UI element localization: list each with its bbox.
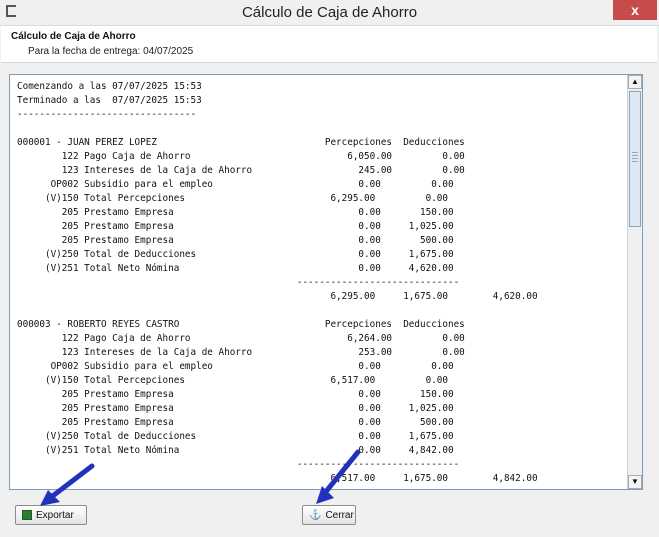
window-title: Cálculo de Caja de Ahorro [241, 4, 418, 21]
report-line: (V)251 Total Neto Nómina 0.00 4,842.00 [17, 445, 454, 456]
report-text-area[interactable]: Comenzando a las 07/07/2025 15:53 Termina… [9, 74, 643, 490]
report-line: 000003 - ROBERTO REYES CASTRO Percepcion… [17, 319, 465, 330]
report-line: (V)150 Total Percepciones 6,517.00 0.00 [17, 375, 448, 386]
scroll-up-arrow-icon[interactable]: ▲ [628, 75, 642, 89]
report-line [17, 304, 538, 318]
report-line: 123 Intereses de la Caja de Ahorro 245.0… [17, 165, 465, 176]
header-title: Cálculo de Caja de Ahorro [11, 31, 136, 42]
title-bar: Cálculo de Caja de Ahorro x [0, 0, 659, 26]
report-line: ----------------------------- [17, 277, 460, 288]
report-line: (V)150 Total Percepciones 6,295.00 0.00 [17, 193, 448, 204]
report-line: OP002 Subsidio para el empleo 0.00 0.00 [17, 179, 454, 190]
scroll-down-arrow-icon[interactable]: ▼ [628, 475, 642, 489]
grip-icon [632, 152, 638, 164]
report-line: Comenzando a las 07/07/2025 15:53 [17, 81, 202, 92]
window-close-button[interactable]: x [613, 0, 657, 20]
report-line: -------------------------------- [17, 109, 197, 120]
report-line: 205 Prestamo Empresa 0.00 500.00 [17, 235, 454, 246]
report-content: Comenzando a las 07/07/2025 15:53 Termina… [17, 80, 538, 486]
report-line: 000001 - JUAN PEREZ LOPEZ Percepciones D… [17, 137, 465, 148]
report-line: 6,295.00 1,675.00 4,620.00 [17, 291, 538, 302]
report-line: OP002 Subsidio para el empleo 0.00 0.00 [17, 361, 454, 372]
vertical-scrollbar[interactable]: ▲ ▼ [627, 75, 642, 489]
report-line [17, 122, 538, 136]
header-panel: Cálculo de Caja de Ahorro Para la fecha … [1, 26, 657, 63]
report-line: 122 Pago Caja de Ahorro 6,264.00 0.00 [17, 333, 465, 344]
pointer-arrow-icon [316, 449, 361, 504]
report-line: Terminado a las 07/07/2025 15:53 [17, 95, 202, 106]
report-line: 122 Pago Caja de Ahorro 6,050.00 0.00 [17, 151, 465, 162]
scrollbar-thumb[interactable] [629, 91, 641, 227]
pointer-arrow-icon [40, 463, 95, 506]
report-line: 205 Prestamo Empresa 0.00 500.00 [17, 417, 454, 428]
report-line: 205 Prestamo Empresa 0.00 1,025.00 [17, 221, 454, 232]
delivery-date-label: Para la fecha de entrega: 04/07/2025 [28, 46, 194, 57]
report-line: (V)251 Total Neto Nómina 0.00 4,620.00 [17, 263, 454, 274]
report-line: (V)250 Total de Deducciones 0.00 1,675.0… [17, 431, 454, 442]
report-line: (V)250 Total de Deducciones 0.00 1,675.0… [17, 249, 454, 260]
report-line: 205 Prestamo Empresa 0.00 1,025.00 [17, 403, 454, 414]
report-line: 205 Prestamo Empresa 0.00 150.00 [17, 207, 454, 218]
report-line: 205 Prestamo Empresa 0.00 150.00 [17, 389, 454, 400]
report-line: 123 Intereses de la Caja de Ahorro 253.0… [17, 347, 465, 358]
